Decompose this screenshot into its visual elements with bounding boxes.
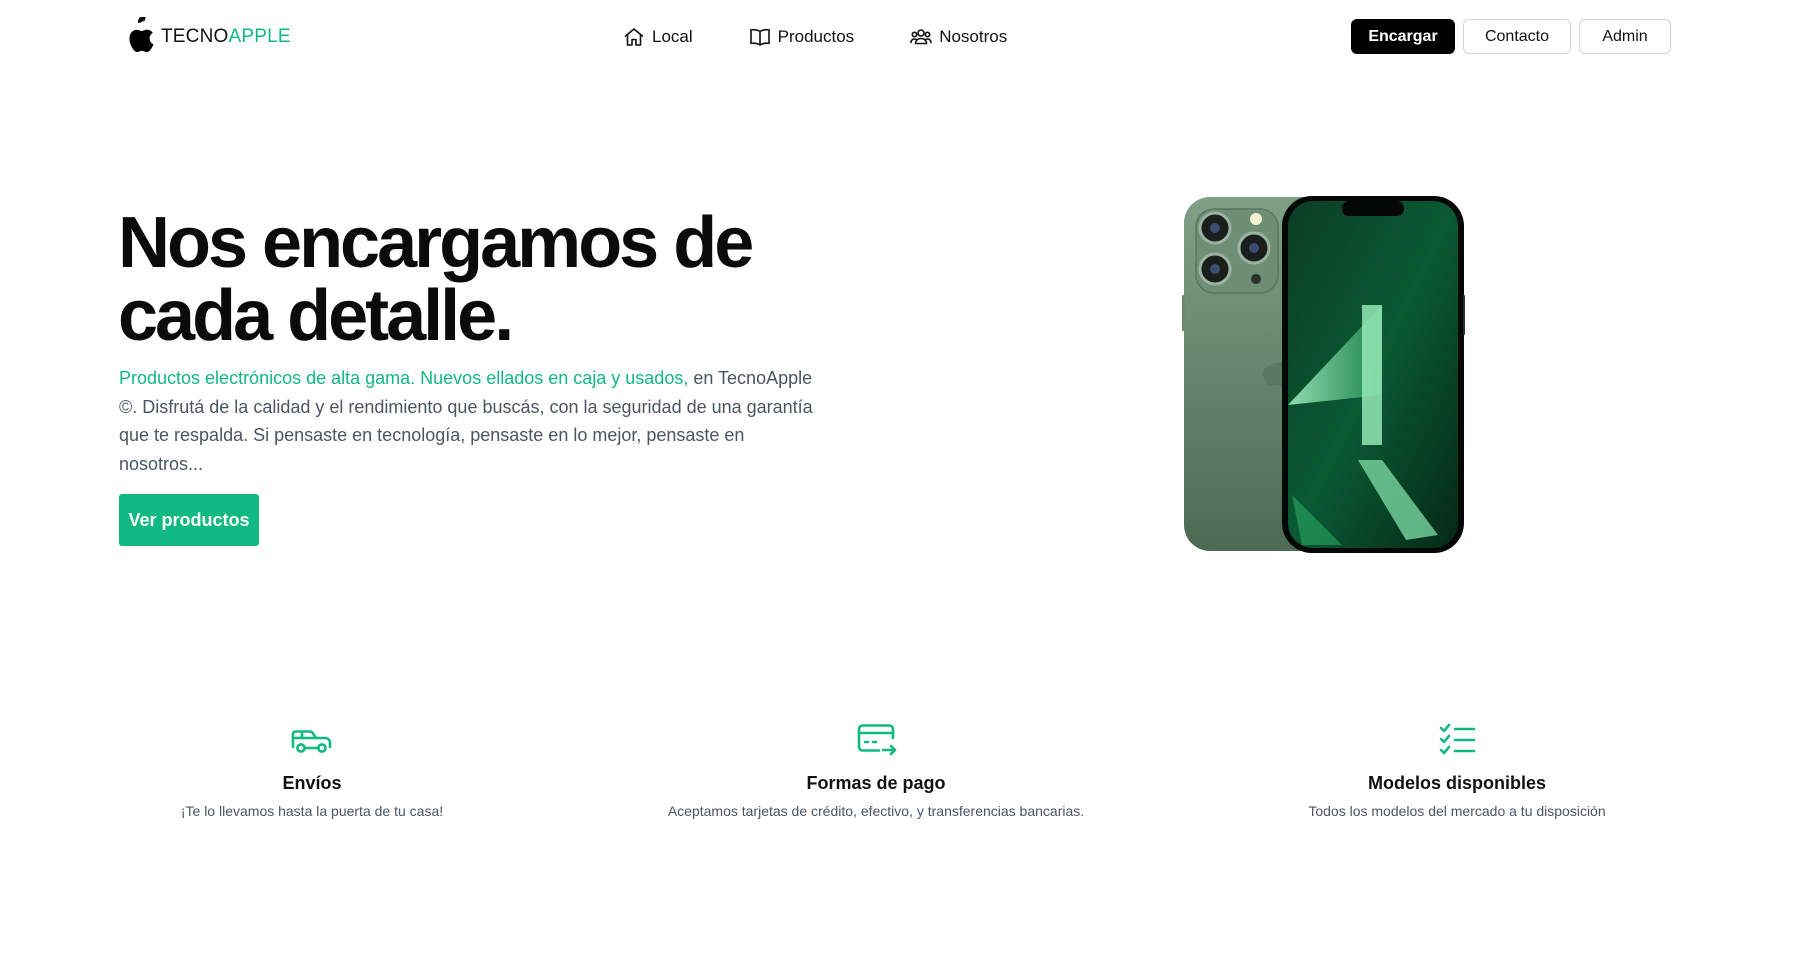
view-products-button[interactable]: Ver productos	[119, 494, 259, 546]
feature-description: Aceptamos tarjetas de crédito, efectivo,…	[667, 803, 1085, 819]
checklist-icon	[1439, 723, 1476, 755]
nav-item-label: Productos	[777, 27, 855, 46]
feature-title: Envíos	[282, 773, 342, 793]
nav-item-label: Nosotros	[939, 27, 1008, 46]
nav-item-label: Local	[652, 27, 693, 46]
book-icon	[749, 28, 770, 46]
phone-image	[1182, 196, 1465, 553]
feature-payment: Formas de pago Aceptamos tarjetas de cré…	[596, 720, 1156, 821]
hero-highlight: Productos electrónicos de alta gama. Nue…	[119, 368, 689, 388]
header-actions: Encargar Contacto Admin	[1351, 19, 1671, 54]
nav-item-nosotros[interactable]: Nosotros	[909, 22, 1007, 52]
brand-name-part1: TECNO	[161, 26, 229, 47]
nav-item-local[interactable]: Local	[622, 22, 693, 52]
top-navbar: TECNOAPPLE Local Productos Nosotros Enca…	[0, 0, 1807, 74]
users-icon	[910, 29, 932, 45]
apple-logo-icon	[129, 17, 154, 53]
hero-title-line1: Nos encargamos de	[118, 203, 754, 283]
feature-description: ¡Te lo llevamos hasta la puerta de tu ca…	[180, 803, 444, 819]
hero-title-line2: cada detalle.	[118, 276, 514, 356]
admin-button[interactable]: Admin	[1579, 19, 1671, 54]
hero-description: Productos electrónicos de alta gama. Nue…	[119, 364, 819, 478]
brand-logo[interactable]: TECNOAPPLE	[121, 17, 291, 57]
page: TECNOAPPLE Local Productos Nosotros Enca…	[0, 0, 1807, 954]
main-nav: Local Productos Nosotros	[622, 22, 1007, 52]
feature-shipping: Envíos ¡Te lo llevamos hasta la puerta d…	[32, 720, 592, 821]
feature-title: Modelos disponibles	[1367, 773, 1546, 793]
home-icon	[624, 28, 644, 46]
credit-card-icon	[857, 724, 897, 756]
nav-item-productos[interactable]: Productos	[748, 22, 855, 52]
hero-title: Nos encargamos de cada detalle.	[118, 207, 818, 353]
feature-description: Todos los modelos del mercado a tu dispo…	[1308, 803, 1606, 819]
order-button[interactable]: Encargar	[1351, 19, 1455, 54]
feature-title: Formas de pago	[806, 773, 946, 793]
truck-icon	[291, 730, 332, 753]
brand-name-part2: APPLE	[228, 26, 291, 47]
feature-models: Modelos disponibles Todos los modelos de…	[1177, 720, 1737, 821]
brand-name: TECNOAPPLE	[161, 17, 291, 57]
contact-button[interactable]: Contacto	[1463, 19, 1571, 54]
